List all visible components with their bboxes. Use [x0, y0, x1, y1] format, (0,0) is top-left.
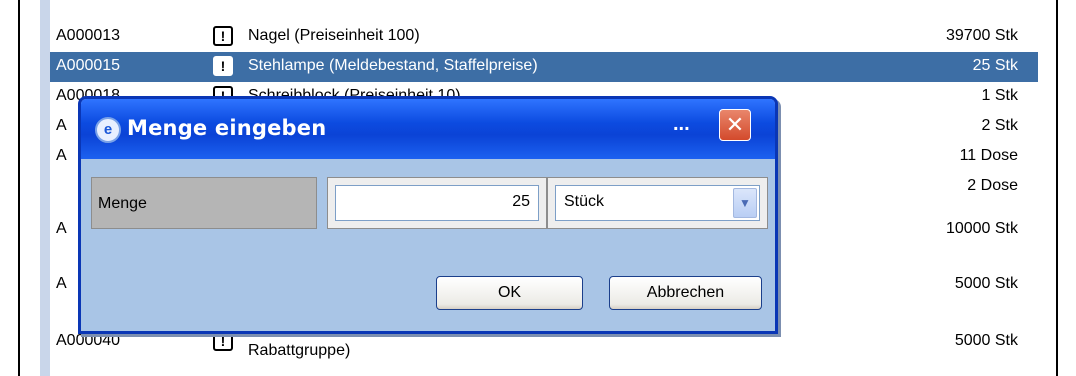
- warning-icon: !: [213, 26, 233, 46]
- article-quantity: 39700 Stk: [945, 27, 1018, 44]
- quantity-input[interactable]: 25: [335, 185, 539, 221]
- article-quantity: 2 Dose: [967, 177, 1018, 194]
- quantity-form: Menge 25 Stück ▼: [91, 173, 768, 233]
- table-row-selected[interactable]: A000015 ! Stehlampe (Meldebestand, Staff…: [50, 52, 1038, 82]
- chevron-down-icon[interactable]: ▼: [733, 188, 757, 218]
- article-quantity: 5000 Stk: [954, 332, 1018, 349]
- ok-button[interactable]: OK: [436, 276, 583, 310]
- article-quantity: 5000 Stk: [954, 275, 1018, 292]
- quantity-field-wrap: 25: [327, 177, 547, 229]
- article-id: A000013: [56, 27, 121, 44]
- quantity-dialog: e Menge eingeben ... ✕ Menge 25 Stück ▼ …: [78, 96, 778, 334]
- unit-select[interactable]: Stück ▼: [555, 185, 760, 221]
- unit-field-wrap: Stück ▼: [547, 177, 768, 229]
- article-description: Nagel (Preiseinheit 100): [248, 27, 420, 44]
- close-button[interactable]: ✕: [719, 109, 751, 141]
- warning-icon: !: [213, 331, 233, 351]
- article-quantity: 25 Stk: [972, 57, 1018, 74]
- dialog-titlebar[interactable]: e Menge eingeben ... ✕: [81, 99, 775, 159]
- article-id: A: [56, 147, 67, 164]
- title-ellipsis: ...: [673, 113, 690, 135]
- left-scroll-strip: [40, 0, 50, 376]
- article-description: Stehlampe (Meldebestand, Staffelpreise): [248, 57, 538, 74]
- field-label-cell: Menge: [91, 177, 317, 229]
- article-quantity: 1 Stk: [981, 87, 1018, 104]
- unit-selected-value: Stück: [564, 193, 605, 210]
- article-quantity: 11 Dose: [959, 147, 1018, 164]
- article-id: A000015: [56, 57, 121, 74]
- article-id: A: [56, 220, 67, 237]
- quantity-label: Menge: [98, 195, 147, 212]
- article-id: A000040: [56, 332, 121, 349]
- article-quantity: 2 Stk: [981, 117, 1018, 134]
- article-quantity: 10000 Stk: [945, 220, 1018, 237]
- cancel-button[interactable]: Abbrechen: [609, 276, 762, 310]
- dialog-title: Menge eingeben: [127, 116, 327, 140]
- article-description-continued: Rabattgruppe): [248, 342, 351, 359]
- warning-icon: !: [213, 56, 233, 76]
- table-row[interactable]: A000013 ! Nagel (Preiseinheit 100) 39700…: [50, 22, 1038, 52]
- article-id: A: [56, 117, 67, 134]
- article-id: A: [56, 275, 67, 292]
- app-icon: e: [95, 117, 121, 143]
